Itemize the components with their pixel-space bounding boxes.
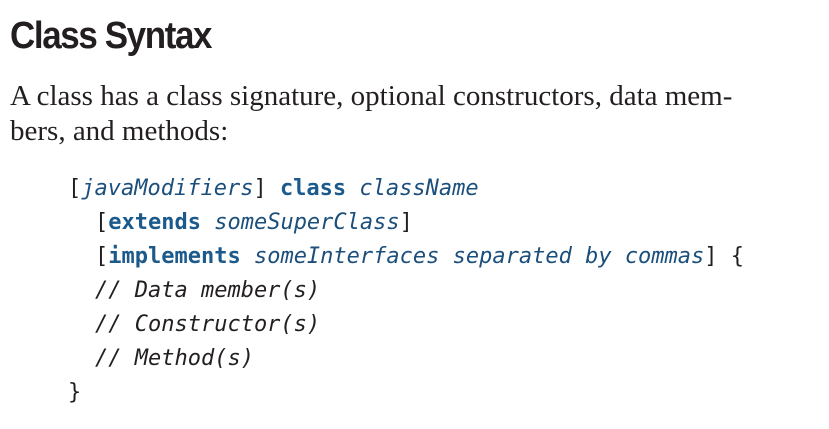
close-bracket: ] bbox=[399, 210, 413, 235]
super-class-name: someSuperClass bbox=[214, 210, 400, 235]
open-bracket: [ bbox=[95, 210, 109, 235]
comment-text: // Method(s) bbox=[95, 346, 254, 371]
intro-paragraph-line-2: bers, and methods: bbox=[10, 115, 229, 147]
code-comment-constructors: // Constructor(s) bbox=[68, 308, 744, 342]
code-comment-methods: // Method(s) bbox=[68, 342, 744, 376]
open-brace: { bbox=[730, 244, 745, 269]
code-line-extends: [extends someSuperClass] bbox=[68, 206, 744, 240]
code-line-close-brace: } bbox=[68, 376, 744, 410]
open-bracket: [ bbox=[95, 244, 109, 269]
code-comment-data-members: // Data member(s) bbox=[68, 274, 744, 308]
comment-text: // Constructor(s) bbox=[95, 312, 321, 337]
comment-text: // Data member(s) bbox=[95, 278, 321, 303]
keyword-class: class bbox=[279, 176, 347, 201]
keyword-extends: extends bbox=[108, 210, 201, 235]
intro-paragraph: A class has a class signature, optional … bbox=[10, 79, 732, 149]
close-bracket: ] bbox=[704, 244, 718, 269]
code-block: [javaModifiers] class className [extends… bbox=[68, 172, 744, 410]
class-name: className bbox=[359, 176, 479, 201]
close-bracket: ] bbox=[253, 176, 267, 201]
section-heading: Class Syntax bbox=[10, 15, 212, 57]
java-modifiers: javaModifiers bbox=[81, 176, 254, 201]
intro-paragraph-line-1: A class has a class signature, optional … bbox=[10, 80, 733, 112]
code-line-class-signature: [javaModifiers] class className bbox=[68, 172, 744, 206]
interfaces-list: someInterfaces separated by commas bbox=[253, 244, 705, 269]
code-line-implements: [implements someInterfaces separated by … bbox=[68, 240, 744, 274]
open-bracket: [ bbox=[68, 176, 82, 201]
close-brace: } bbox=[68, 380, 82, 405]
keyword-implements: implements bbox=[108, 244, 241, 269]
document-page: Class Syntax A class has a class signatu… bbox=[0, 0, 829, 429]
